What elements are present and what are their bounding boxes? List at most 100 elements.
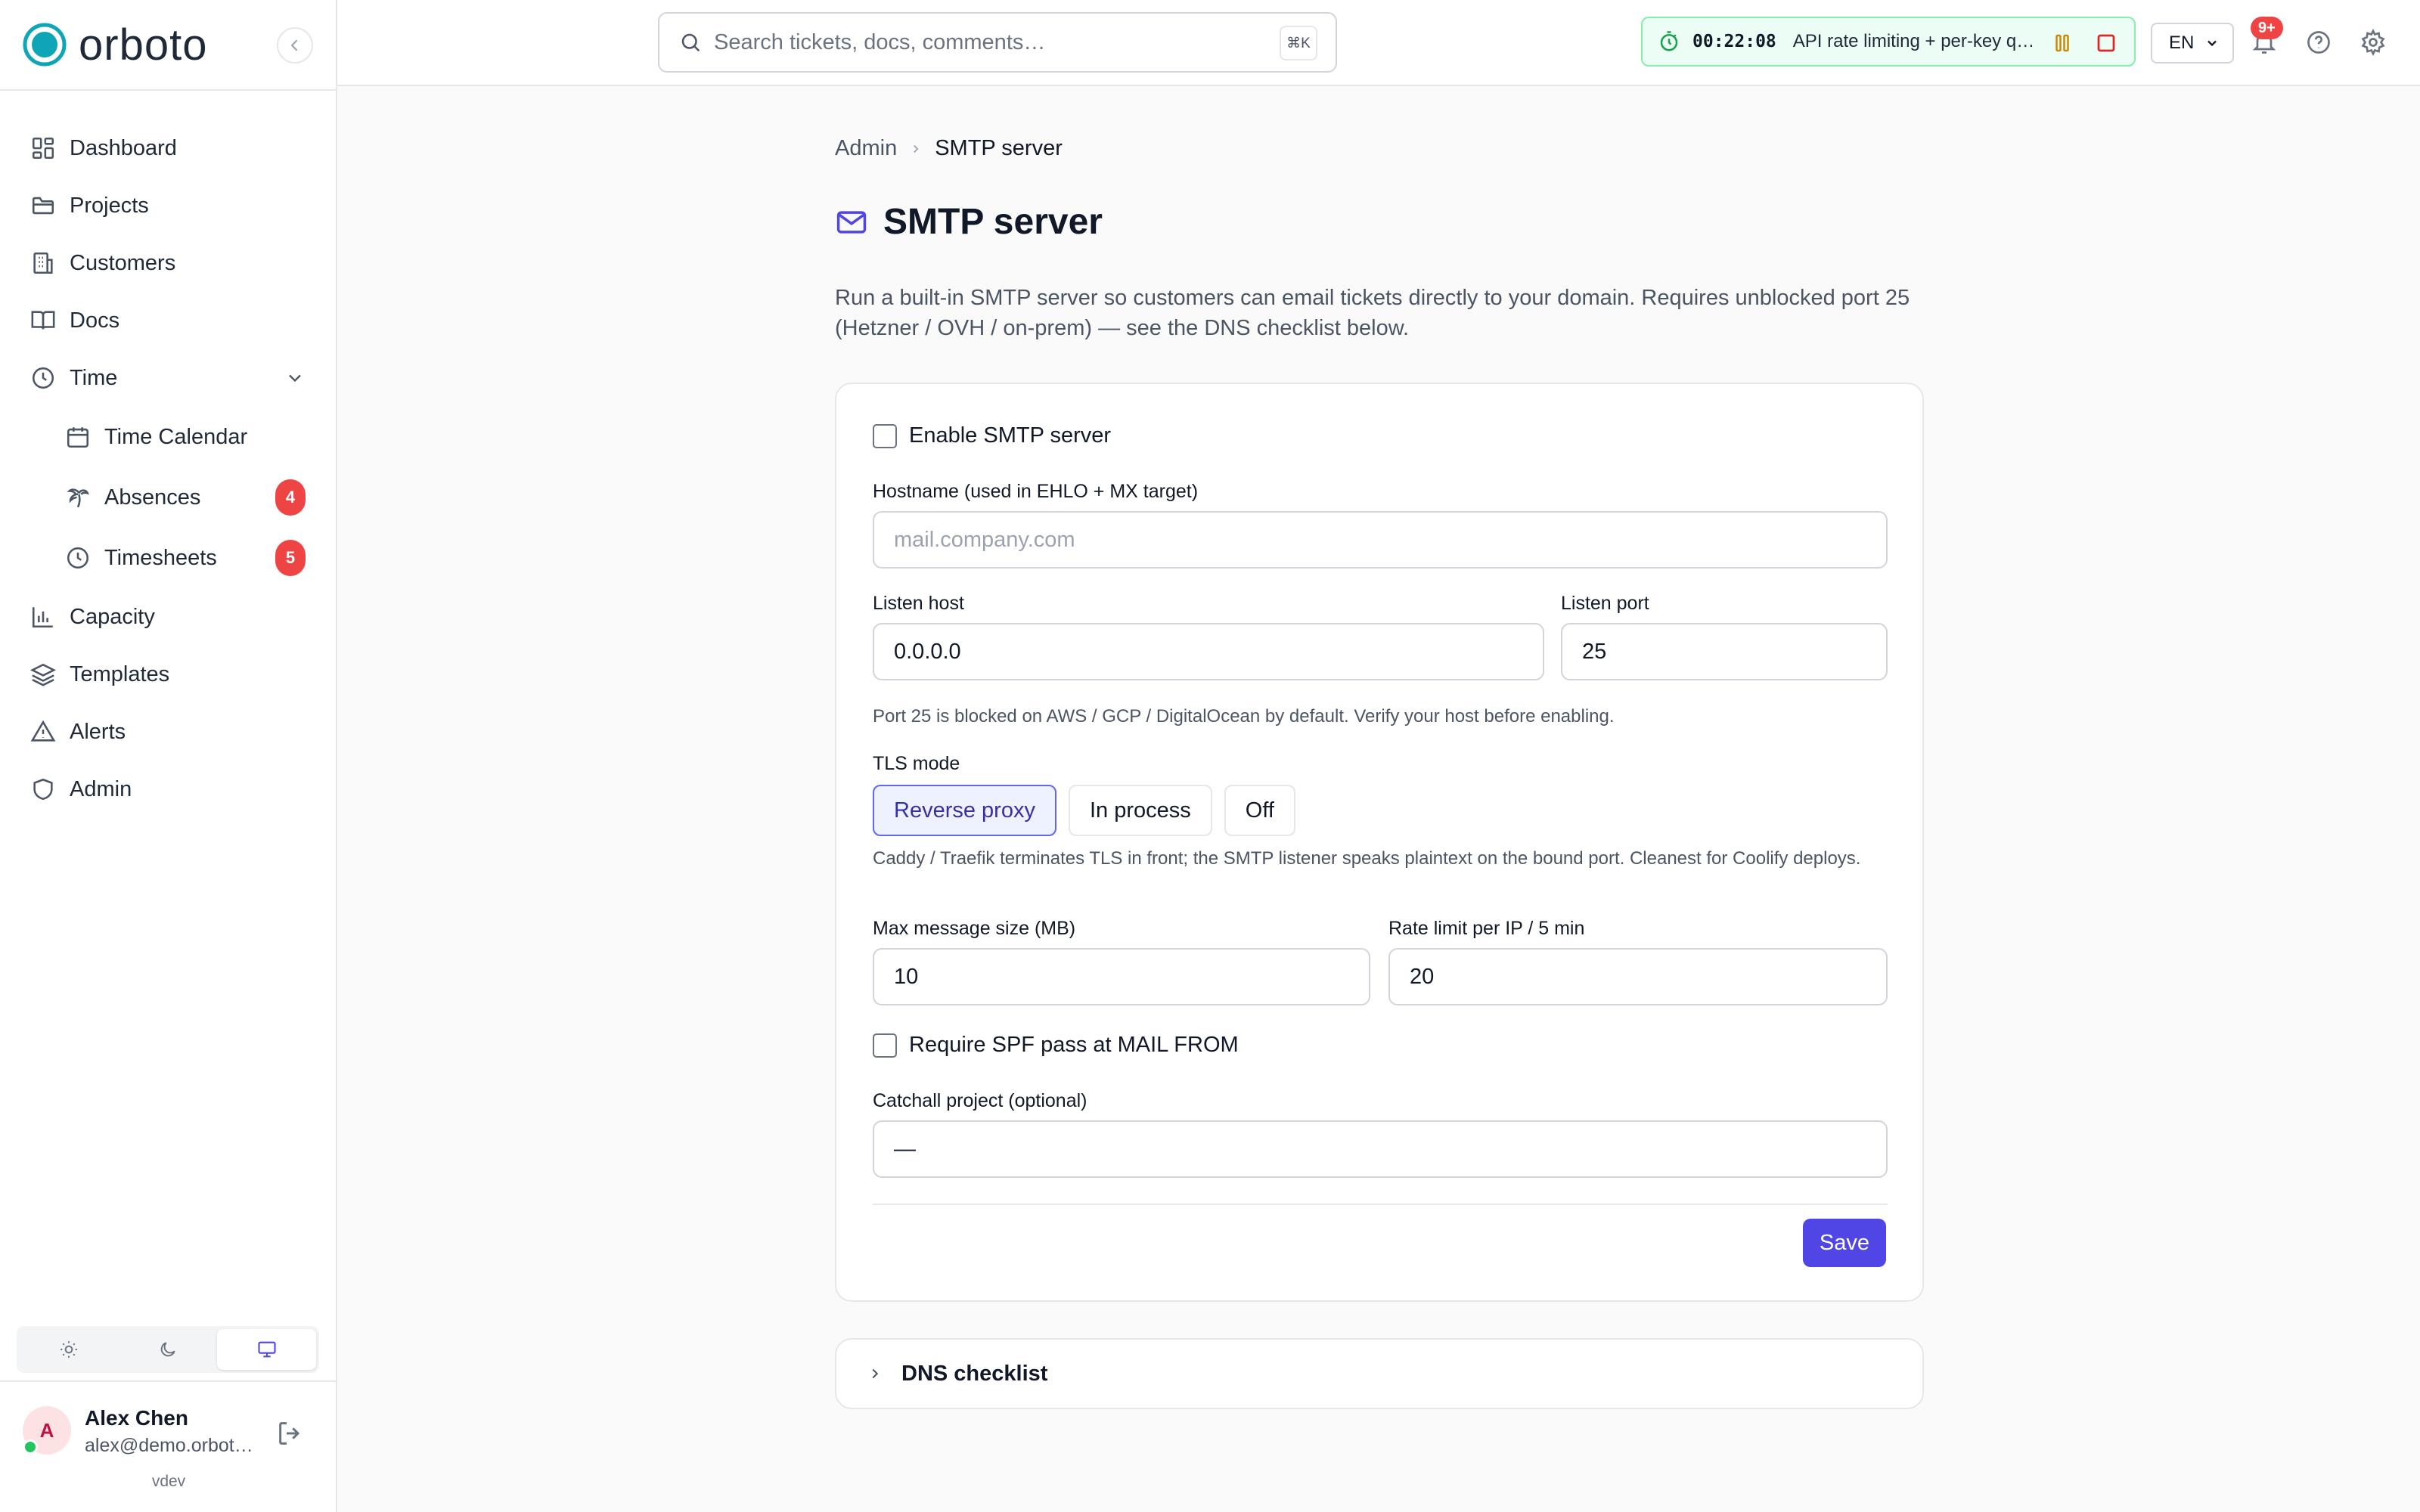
dashboard-icon	[32, 137, 54, 160]
orboto-logo-icon	[23, 23, 67, 67]
logout-icon[interactable]	[275, 1418, 306, 1448]
port-hint: Port 25 is blocked on AWS / GCP / Digita…	[873, 706, 1615, 727]
sidebar-item-label: Capacity	[70, 604, 155, 629]
app-version: vdev	[151, 1473, 186, 1490]
building-icon	[33, 252, 53, 274]
breadcrumb-admin-link[interactable]: Admin	[835, 136, 897, 161]
sidebar-item-capacity[interactable]: Capacity	[0, 588, 336, 646]
sidebar-item-label: Templates	[70, 662, 170, 686]
sun-icon	[60, 1341, 78, 1358]
alert-triangle-icon	[30, 720, 56, 742]
listen-port-label: Listen port	[1561, 593, 1649, 614]
page-title: SMTP server	[835, 201, 1103, 243]
max-size-label: Max message size (MB)	[873, 918, 1076, 939]
rate-limit-field[interactable]: 20	[1388, 948, 1888, 1005]
checkbox-box[interactable]	[873, 1033, 897, 1058]
breadcrumb: Admin SMTP server	[835, 136, 1063, 161]
gear-icon[interactable]	[2360, 29, 2387, 56]
max-size-field[interactable]: 10	[873, 948, 1370, 1005]
sidebar: orboto Dashboard Projects Customers Docs…	[0, 0, 337, 1512]
absences-count-badge: 4	[275, 479, 306, 516]
sidebar-item-alerts[interactable]: Alerts	[0, 703, 336, 761]
sidebar-item-label: Absences	[104, 485, 201, 510]
online-status-dot	[23, 1439, 38, 1455]
collapse-sidebar-button[interactable]	[277, 27, 313, 64]
tls-mode-selector: Reverse proxy In process Off	[873, 785, 1308, 836]
require-spf-label: Require SPF pass at MAIL FROM	[909, 1033, 1239, 1057]
page-title-text: SMTP server	[883, 202, 1103, 242]
sidebar-header: orboto	[0, 0, 336, 91]
tls-reverse-proxy-option[interactable]: Reverse proxy	[873, 785, 1056, 836]
timer-task-name: API rate limiting + per-key quotas	[1792, 31, 2043, 51]
monitor-icon	[258, 1341, 276, 1358]
sidebar-item-dashboard[interactable]: Dashboard	[0, 119, 336, 177]
active-timer[interactable]: 00:22:08 API rate limiting + per-key quo…	[1641, 17, 2136, 67]
sidebar-item-customers[interactable]: Customers	[0, 234, 336, 292]
tls-off-option[interactable]: Off	[1224, 785, 1295, 836]
sidebar-item-label: Projects	[70, 193, 149, 218]
chevron-down-icon	[289, 374, 301, 383]
shield-icon	[33, 778, 53, 801]
clock-icon	[67, 547, 89, 569]
sidebar-item-docs[interactable]: Docs	[0, 292, 336, 349]
chevron-down-icon	[2207, 40, 2217, 47]
mail-icon	[836, 210, 867, 234]
user-name: Alex Chen	[85, 1406, 188, 1430]
sidebar-item-time[interactable]: Time	[0, 349, 336, 407]
book-icon	[31, 311, 55, 330]
app-logo-text: orboto	[79, 20, 208, 70]
tls-in-process-option[interactable]: In process	[1068, 785, 1212, 836]
chevron-right-icon	[914, 144, 919, 153]
search-placeholder: Search tickets, docs, comments…	[714, 29, 1046, 54]
help-icon[interactable]	[2305, 29, 2332, 56]
listen-host-label: Listen host	[873, 593, 964, 614]
checkbox-box[interactable]	[873, 423, 897, 448]
sidebar-item-timesheets[interactable]: Timesheets 5	[0, 528, 336, 588]
stop-icon[interactable]	[2095, 32, 2118, 54]
sidebar-item-label: Admin	[70, 776, 132, 801]
layers-icon	[30, 663, 56, 686]
topbar: Search tickets, docs, comments… ⌘K 00:22…	[337, 0, 2420, 86]
theme-dark-button[interactable]	[119, 1329, 218, 1370]
sidebar-item-time-calendar[interactable]: Time Calendar	[0, 407, 336, 467]
sidebar-item-absences[interactable]: Absences 4	[0, 467, 336, 528]
pause-icon[interactable]	[2051, 32, 2074, 54]
catchall-project-select[interactable]: —	[873, 1120, 1888, 1178]
listen-port-field[interactable]: 25	[1561, 623, 1888, 680]
chevron-right-icon	[872, 1368, 879, 1379]
dns-checklist-title: DNS checklist	[901, 1361, 1048, 1386]
language-select[interactable]: EN	[2151, 23, 2234, 64]
sidebar-item-templates[interactable]: Templates	[0, 646, 336, 703]
theme-switcher	[17, 1326, 319, 1373]
hostname-field[interactable]: mail.company.com	[873, 511, 1888, 569]
bar-chart-icon	[32, 607, 53, 628]
sidebar-item-projects[interactable]: Projects	[0, 177, 336, 234]
notification-count-badge: 9+	[2251, 17, 2283, 39]
listen-host-field[interactable]: 0.0.0.0	[873, 623, 1544, 680]
sidebar-item-label: Time	[70, 365, 118, 390]
theme-light-button[interactable]	[20, 1329, 119, 1370]
sidebar-item-label: Time Calendar	[104, 424, 248, 449]
theme-system-button[interactable]	[217, 1329, 317, 1370]
language-value: EN	[2169, 33, 2195, 53]
folder-icon	[32, 197, 54, 215]
search-icon	[681, 33, 700, 52]
hostname-label: Hostname (used in EHLO + MX target)	[873, 481, 1199, 502]
tls-mode-label: TLS mode	[873, 753, 960, 774]
sidebar-item-label: Dashboard	[70, 135, 177, 160]
palm-tree-icon	[67, 488, 89, 508]
search-input[interactable]: Search tickets, docs, comments… ⌘K	[658, 12, 1337, 73]
rate-limit-label: Rate limit per IP / 5 min	[1388, 918, 1585, 939]
sidebar-item-label: Docs	[70, 308, 120, 333]
breadcrumb-current: SMTP server	[935, 136, 1063, 160]
require-spf-checkbox[interactable]: Require SPF pass at MAIL FROM	[873, 1033, 1239, 1058]
catchall-label: Catchall project (optional)	[873, 1090, 1087, 1111]
moon-icon	[160, 1342, 175, 1357]
dns-checklist-toggle[interactable]: DNS checklist	[835, 1338, 1924, 1409]
enable-smtp-checkbox[interactable]: Enable SMTP server	[873, 423, 1111, 448]
sidebar-item-label: Alerts	[70, 719, 126, 744]
sidebar-item-admin[interactable]: Admin	[0, 761, 336, 818]
save-button[interactable]: Save	[1802, 1219, 1886, 1267]
enable-smtp-label: Enable SMTP server	[909, 423, 1112, 448]
stopwatch-icon	[1660, 31, 1678, 51]
